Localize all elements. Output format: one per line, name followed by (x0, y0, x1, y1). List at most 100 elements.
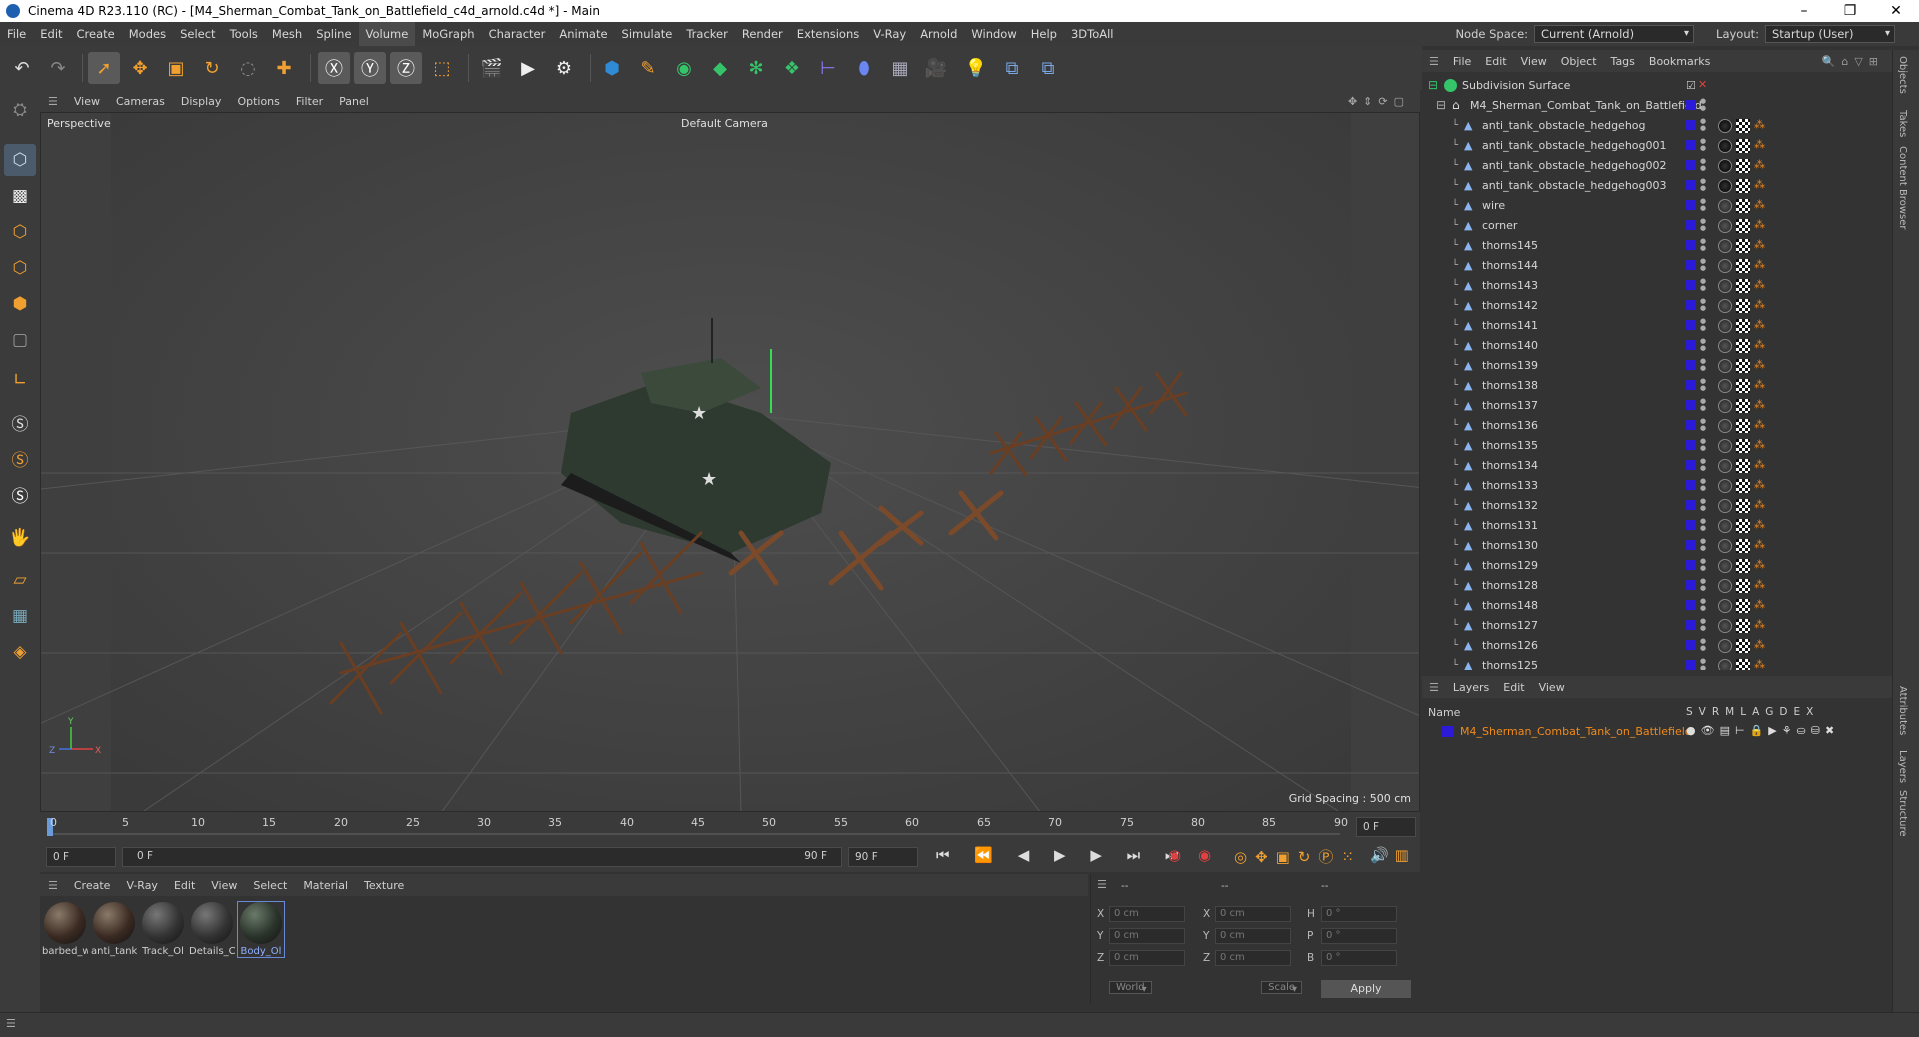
phong-tag-icon[interactable]: ⁂ (1754, 178, 1766, 192)
layer-swatch[interactable] (1686, 400, 1696, 410)
phong-tag-icon[interactable]: ⁂ (1754, 578, 1766, 592)
y-axis-lock-icon[interactable]: Ⓨ (354, 52, 386, 84)
start-frame-field[interactable]: 0 F (46, 847, 116, 867)
end-frame-field[interactable]: 90 F (848, 847, 918, 867)
material-tag-icon[interactable] (1718, 219, 1732, 233)
python-icon[interactable]: ⧉ (996, 52, 1028, 84)
object-hamburger-icon[interactable]: ☰ (1422, 55, 1446, 68)
tab-attributes[interactable]: Attributes (1897, 686, 1908, 735)
coord-size-mode-select[interactable]: Scale (1261, 981, 1303, 994)
material-tag-icon[interactable] (1718, 579, 1732, 593)
object-row[interactable]: └ ▲ thorns136 ● ● ⁂ (1422, 416, 1884, 436)
status-hamburger-icon[interactable]: ☰ (6, 1017, 16, 1030)
layer-swatch[interactable] (1686, 600, 1696, 610)
layer-swatch[interactable] (1686, 560, 1696, 570)
object-row[interactable]: └ ▲ anti_tank_obstacle_hedgehog002 ● ● ⁂ (1422, 156, 1884, 176)
phong-tag-icon[interactable]: ⁂ (1754, 618, 1766, 632)
material-tag-icon[interactable] (1718, 339, 1732, 353)
visibility-dots[interactable]: ● ● (1700, 638, 1706, 654)
material-tag-icon[interactable] (1718, 519, 1732, 533)
object-row[interactable]: └ ▲ thorns131 ● ● ⁂ (1422, 516, 1884, 536)
python-script-icon[interactable]: ⧉ (1032, 52, 1064, 84)
phong-tag-icon[interactable]: ⁂ (1754, 538, 1766, 552)
layer-swatch[interactable] (1686, 360, 1696, 370)
material-tag-icon[interactable] (1718, 379, 1732, 393)
menu-file[interactable]: File (0, 22, 33, 46)
move-tool-icon[interactable]: ✥ (124, 52, 156, 84)
object-row[interactable]: └ ▲ thorns134 ● ● ⁂ (1422, 456, 1884, 476)
menu-simulate[interactable]: Simulate (615, 22, 680, 46)
material-item[interactable]: Details_C (189, 902, 235, 957)
viewport-menu-options[interactable]: Options (229, 95, 287, 108)
object-menu-file[interactable]: File (1446, 55, 1478, 68)
material-tag-icon[interactable] (1718, 179, 1732, 193)
visibility-dots[interactable]: ● ● (1700, 558, 1706, 574)
visibility-dots[interactable]: ● ● (1700, 538, 1706, 554)
phong-tag-icon[interactable]: ⁂ (1754, 658, 1766, 670)
material-tag-icon[interactable] (1718, 619, 1732, 633)
position-x-field[interactable]: 0 cm (1109, 906, 1185, 922)
field-icon[interactable]: ⬮ (848, 52, 880, 84)
menu-create[interactable]: Create (70, 22, 122, 46)
uvw-tag-icon[interactable] (1736, 299, 1750, 313)
menu-animate[interactable]: Animate (552, 22, 614, 46)
layer-swatch[interactable] (1686, 440, 1696, 450)
object-menu-edit[interactable]: Edit (1478, 55, 1513, 68)
uv-mode-icon[interactable]: ▢ (4, 324, 36, 356)
visibility-dots[interactable]: ● ● (1700, 358, 1706, 374)
material-tag-icon[interactable] (1718, 359, 1732, 373)
visibility-dots[interactable]: ● ● (1700, 658, 1706, 671)
uvw-tag-icon[interactable] (1736, 139, 1750, 153)
visibility-dots[interactable]: ● ● (1700, 98, 1706, 114)
maximize-icon[interactable]: ❐ (1827, 3, 1873, 19)
object-row[interactable]: └ ▲ thorns133 ● ● ⁂ (1422, 476, 1884, 496)
layer-swatch[interactable] (1686, 460, 1696, 470)
size-x-field[interactable]: 0 cm (1215, 906, 1291, 922)
material-tag-icon[interactable] (1718, 479, 1732, 493)
material-hamburger-icon[interactable]: ☰ (40, 879, 66, 892)
scale-tool-icon[interactable]: ▣ (160, 52, 192, 84)
layer-swatch[interactable] (1686, 140, 1696, 150)
phong-tag-icon[interactable]: ⁂ (1754, 338, 1766, 352)
add-tool-icon[interactable]: ✚ (268, 52, 300, 84)
object-row[interactable]: └ ▲ thorns148 ● ● ⁂ (1422, 596, 1884, 616)
visibility-dots[interactable]: ● ● (1700, 618, 1706, 634)
uvw-tag-icon[interactable] (1736, 339, 1750, 353)
object-row[interactable]: └ ▲ thorns128 ● ● ⁂ (1422, 576, 1884, 596)
object-search-icons[interactable]: 🔍⌂▽⊞ (1822, 55, 1884, 68)
layer-swatch[interactable] (1686, 640, 1696, 650)
visibility-dots[interactable]: ● ● (1700, 158, 1706, 174)
material-tag-icon[interactable] (1718, 439, 1732, 453)
menu-help[interactable]: Help (1024, 22, 1064, 46)
uvw-tag-icon[interactable] (1736, 599, 1750, 613)
tab-content-browser[interactable]: Content Browser (1897, 146, 1908, 229)
frame-range-slider[interactable]: 0 F 90 F (122, 847, 842, 867)
material-tag-icon[interactable] (1718, 259, 1732, 273)
phong-tag-icon[interactable]: ⁂ (1754, 458, 1766, 472)
material-tag-icon[interactable] (1718, 399, 1732, 413)
object-row[interactable]: └ ▲ thorns142 ● ● ⁂ (1422, 296, 1884, 316)
tab-objects[interactable]: Objects (1897, 56, 1908, 94)
phong-tag-icon[interactable]: ⁂ (1754, 598, 1766, 612)
visibility-dots[interactable]: ● ● (1700, 378, 1706, 394)
phong-tag-icon[interactable]: ⁂ (1754, 398, 1766, 412)
position-y-field[interactable]: 0 cm (1109, 928, 1185, 944)
layer-swatch[interactable] (1686, 660, 1696, 670)
menu-tracker[interactable]: Tracker (679, 22, 735, 46)
minimize-icon[interactable]: – (1781, 3, 1827, 19)
size-y-field[interactable]: 0 cm (1215, 928, 1291, 944)
object-row[interactable]: └ ▲ thorns135 ● ● ⁂ (1422, 436, 1884, 456)
undo-icon[interactable]: ↶ (6, 52, 38, 84)
phong-tag-icon[interactable]: ⁂ (1754, 418, 1766, 432)
phong-tag-icon[interactable]: ⁂ (1754, 358, 1766, 372)
object-row[interactable]: └ ▲ thorns138 ● ● ⁂ (1422, 376, 1884, 396)
rotation-p-field[interactable]: 0 ° (1321, 928, 1397, 944)
material-item[interactable]: barbed_w (42, 902, 88, 957)
phong-tag-icon[interactable]: ⁂ (1754, 238, 1766, 252)
layers-menu-edit[interactable]: Edit (1496, 681, 1531, 694)
position-z-field[interactable]: 0 cm (1109, 950, 1185, 966)
layer-swatch[interactable] (1686, 500, 1696, 510)
viewport-hamburger-icon[interactable]: ☰ (40, 95, 66, 108)
object-menu-view[interactable]: View (1514, 55, 1554, 68)
object-row[interactable]: └ ▲ thorns145 ● ● ⁂ (1422, 236, 1884, 256)
